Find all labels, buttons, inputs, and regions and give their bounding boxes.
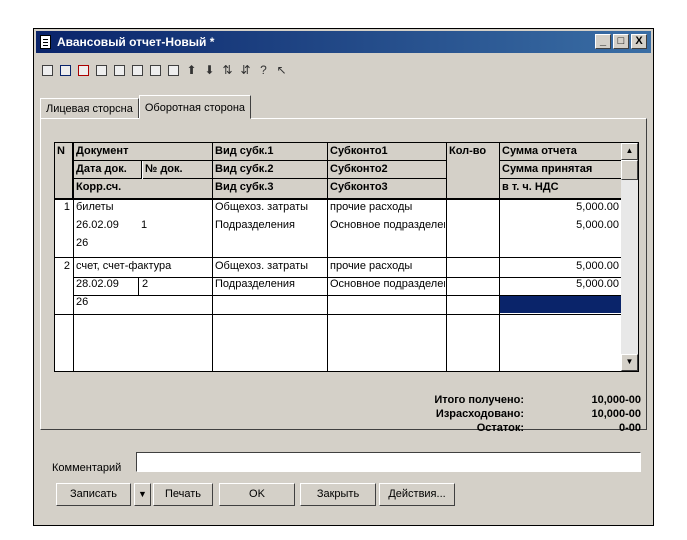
copy-row-icon[interactable] <box>94 63 109 78</box>
row1-report-sum[interactable]: 5,000.00 <box>500 201 622 217</box>
sort-desc-icon[interactable]: ⇵ <box>238 63 253 78</box>
header-doc-number[interactable]: № док. <box>143 161 212 179</box>
record-button[interactable]: Записать <box>56 483 131 506</box>
properties-icon[interactable] <box>148 63 163 78</box>
row1-date[interactable]: 26.02.09 <box>74 219 142 235</box>
tab-reverse-side[interactable]: Оборотная сторона <box>138 95 252 119</box>
row2-corr-account[interactable]: 26 <box>74 296 211 312</box>
find-icon[interactable] <box>130 63 145 78</box>
comment-input[interactable] <box>136 452 641 472</box>
row1-subconto-type-1[interactable]: Общехоз. затраты <box>213 201 326 217</box>
tab-front-side[interactable]: Лицевая сторсна <box>40 98 139 119</box>
total-spent-value: 10,000-00 <box>591 408 641 420</box>
vertical-scrollbar[interactable]: ▲ ▼ <box>621 143 638 371</box>
row2-subconto-2[interactable]: Основное подразделен <box>328 278 445 294</box>
row2-subconto-1[interactable]: прочие расходы <box>328 260 445 276</box>
header-vat[interactable]: в т. ч. НДС <box>500 179 622 199</box>
row1-corr-account[interactable]: 26 <box>74 237 211 253</box>
edit-row-icon[interactable] <box>112 63 127 78</box>
scroll-up-icon[interactable]: ▲ <box>621 143 638 160</box>
row1-subconto-1[interactable]: прочие расходы <box>328 201 445 217</box>
selected-cell-vat[interactable] <box>500 296 622 313</box>
help-icon[interactable]: ? <box>256 63 271 78</box>
total-spent-label: Израсходовано: <box>435 408 524 420</box>
row1-number[interactable]: 1 <box>55 201 73 217</box>
print-menu-arrow-button[interactable]: ▼ <box>134 483 151 506</box>
header-n[interactable]: N <box>55 143 73 199</box>
row2-subconto-type-2[interactable]: Подразделения <box>213 278 326 294</box>
header-subconto-2[interactable]: Субконто2 <box>328 161 446 179</box>
balance-label: Остаток: <box>476 422 524 434</box>
row1-accepted-sum[interactable]: 5,000.00 <box>500 219 622 235</box>
row2-doc-number[interactable]: 2 <box>140 278 210 294</box>
total-received-value: 10,000-00 <box>591 394 641 406</box>
header-subconto-1[interactable]: Субконто1 <box>328 143 446 161</box>
header-subconto-type-3[interactable]: Вид субк.3 <box>213 179 327 199</box>
actions-button-label: Действия... <box>388 488 446 500</box>
row1-subconto-type-2[interactable]: Подразделения <box>213 219 326 235</box>
header-quantity[interactable]: Кол-во <box>447 143 499 199</box>
close-button[interactable]: X <box>631 34 647 49</box>
tab-strip: Лицевая сторсна Оборотная сторона <box>40 95 252 119</box>
header-document[interactable]: Документ <box>74 143 212 161</box>
header-subconto-type-2[interactable]: Вид субк.2 <box>213 161 327 179</box>
move-up-icon[interactable]: ⬆ <box>184 63 199 78</box>
ok-button-label: OK <box>249 488 265 500</box>
row2-number[interactable]: 2 <box>55 260 73 276</box>
maximize-button[interactable]: □ <box>613 34 629 49</box>
row2-report-sum[interactable]: 5,000.00 <box>500 260 622 276</box>
total-received-label: Итого получено: <box>434 394 524 406</box>
comment-label: Комментарий <box>52 462 122 474</box>
add-row-icon[interactable] <box>58 63 73 78</box>
header-subconto-type-1[interactable]: Вид субк.1 <box>213 143 327 161</box>
document-icon <box>40 35 51 49</box>
header-report-sum[interactable]: Сумма отчета <box>500 143 622 161</box>
window-title: Авансовый отчет-Новый * <box>57 35 215 49</box>
move-down-icon[interactable]: ⬇ <box>202 63 217 78</box>
minimize-button[interactable]: _ <box>595 34 611 49</box>
mark-icon[interactable] <box>166 63 181 78</box>
scroll-down-icon[interactable]: ▼ <box>621 354 638 371</box>
sort-asc-icon[interactable]: ⇅ <box>220 63 235 78</box>
close-form-button-label: Закрыть <box>316 488 360 500</box>
delete-row-icon[interactable] <box>76 63 91 78</box>
ok-button[interactable]: OK <box>219 483 295 506</box>
context-help-icon[interactable]: ↖ <box>274 63 289 78</box>
header-subconto-3[interactable]: Субконто3 <box>328 179 446 199</box>
header-accepted-sum[interactable]: Сумма принятая <box>500 161 622 179</box>
row1-document[interactable]: билеты <box>74 201 211 217</box>
row1-subconto-2[interactable]: Основное подразделен <box>328 219 445 235</box>
scroll-thumb[interactable] <box>621 160 638 180</box>
new-doc-icon[interactable] <box>40 63 55 78</box>
title-bar[interactable]: Авансовый отчет-Новый * _ □ X <box>36 31 651 53</box>
print-button-label: Печать <box>164 488 202 500</box>
row1-doc-number[interactable]: 1 <box>139 219 209 235</box>
header-doc-date[interactable]: Дата док. <box>74 161 142 179</box>
row2-accepted-sum[interactable]: 5,000.00 <box>500 278 622 294</box>
row2-document[interactable]: счет, счет-фактура <box>74 260 211 276</box>
actions-button[interactable]: Действия... <box>379 483 455 506</box>
toolbar: ⬆ ⬇ ⇅ ⇵ ? ↖ <box>40 59 289 81</box>
record-button-label: Записать <box>69 488 117 500</box>
print-button[interactable]: Печать <box>153 483 213 506</box>
close-form-button[interactable]: Закрыть <box>300 483 376 506</box>
row2-subconto-type-1[interactable]: Общехоз. затраты <box>213 260 326 276</box>
row2-date[interactable]: 28.02.09 <box>74 278 138 294</box>
balance-value: 0-00 <box>618 422 641 434</box>
header-corr-account[interactable]: Корр.сч. <box>74 179 212 199</box>
advance-report-window: Авансовый отчет-Новый * _ □ X ⬆ ⬇ ⇅ ⇵ ? … <box>33 28 654 526</box>
expense-table[interactable]: N Документ Дата док. № док. Корр.сч. Вид… <box>54 142 639 372</box>
